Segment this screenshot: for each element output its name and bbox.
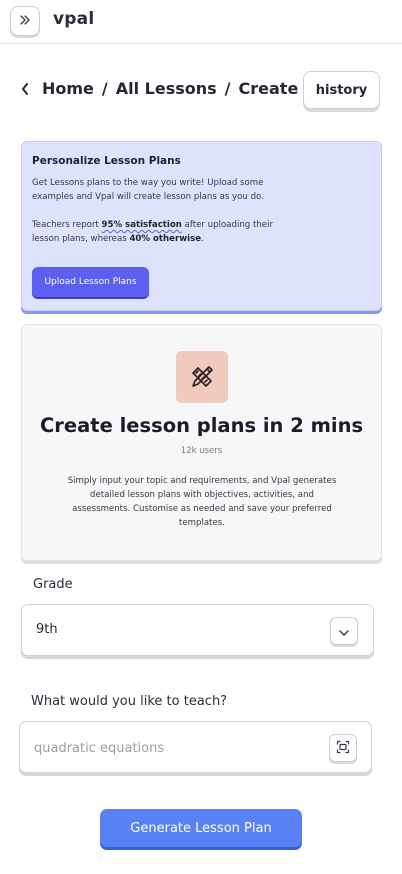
topic-label: What would you like to teach?	[31, 694, 228, 709]
chevron-down-icon	[338, 622, 350, 641]
personalize-body: Get Lessons plans to the way you write! …	[32, 178, 264, 202]
personalize-card: Personalize Lesson Plans Get Lessons pla…	[21, 141, 382, 311]
stat-suffix: .	[201, 234, 204, 244]
pencil-ruler-icon	[176, 351, 228, 403]
chevron-left-icon	[20, 81, 30, 100]
grade-value: 9th	[36, 622, 58, 637]
hero-users-count: 12k users	[180, 446, 223, 456]
grade-label: Grade	[33, 577, 73, 592]
hero-description: Simply input your topic and requirements…	[67, 476, 337, 528]
breadcrumb-separator: /	[224, 79, 231, 98]
hero-title: Create lesson plans in 2 mins	[39, 414, 364, 437]
generate-lesson-plan-button[interactable]: Generate Lesson Plan	[100, 809, 302, 847]
grade-dropdown-button[interactable]	[330, 617, 358, 645]
stat-highlight: 95% satisfaction	[101, 220, 182, 230]
stat-other: 40% otherwise	[129, 234, 202, 244]
double-chevron-right-icon	[18, 12, 32, 31]
personalize-title: Personalize Lesson Plans	[32, 155, 181, 167]
scan-icon	[336, 739, 350, 758]
breadcrumb-home[interactable]: Home	[42, 79, 94, 98]
hero-card: Create lesson plans in 2 mins 12k users …	[21, 324, 382, 561]
breadcrumb-all-lessons[interactable]: All Lessons	[116, 79, 217, 98]
scan-button[interactable]	[329, 734, 357, 762]
top-bar: vpal	[0, 0, 402, 44]
history-button[interactable]: history	[303, 71, 380, 109]
app-title: vpal	[53, 9, 95, 29]
topic-input[interactable]	[34, 737, 314, 759]
expand-sidebar-button[interactable]	[10, 6, 40, 36]
stat-prefix: Teachers report	[32, 220, 102, 230]
breadcrumb-separator: /	[101, 79, 108, 98]
back-button[interactable]	[16, 80, 34, 100]
personalize-stat: Teachers report 95% satisfaction after u…	[32, 218, 282, 246]
breadcrumb-create: Create	[238, 79, 299, 98]
grade-select[interactable]: 9th	[21, 604, 374, 656]
upload-lesson-plans-button[interactable]: Upload Lesson Plans	[32, 267, 149, 297]
breadcrumb: Home / All Lessons / Create	[42, 79, 298, 98]
topic-field	[19, 721, 372, 773]
